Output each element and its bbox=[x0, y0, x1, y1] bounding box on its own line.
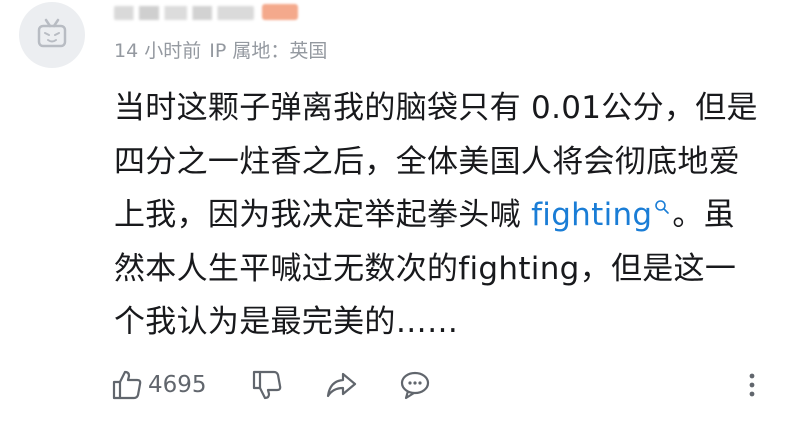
user-level-badge bbox=[262, 4, 298, 20]
comment-time: 14 小时前 bbox=[114, 40, 202, 62]
comment-actions: 4695 bbox=[110, 368, 770, 408]
default-avatar-tv-icon bbox=[37, 18, 67, 48]
search-link-text: fighting bbox=[531, 197, 653, 233]
search-link-fighting[interactable]: fighting bbox=[531, 197, 672, 233]
like-button[interactable]: 4695 bbox=[110, 368, 207, 402]
search-icon bbox=[655, 200, 670, 214]
user-avatar[interactable] bbox=[19, 2, 85, 68]
comment-meta: 14 小时前 IP 属地：英国 bbox=[114, 36, 335, 63]
thumbs-up-icon bbox=[112, 370, 142, 400]
dislike-button[interactable] bbox=[250, 368, 284, 402]
thumbs-down-icon bbox=[252, 370, 282, 400]
more-vertical-icon bbox=[749, 373, 755, 397]
comment-text: 当时这颗子弹离我的脑袋只有 0.01公分，但是四分之一炷香之后，全体美国人将会彻… bbox=[114, 82, 764, 350]
share-arrow-icon bbox=[326, 372, 357, 398]
reply-bubble-icon bbox=[400, 371, 430, 400]
like-count: 4695 bbox=[148, 372, 207, 398]
share-button[interactable] bbox=[324, 368, 358, 402]
reply-button[interactable] bbox=[398, 368, 432, 402]
more-options-button[interactable] bbox=[742, 368, 762, 402]
ip-location: IP 属地：英国 bbox=[209, 40, 328, 62]
username-blurred[interactable] bbox=[114, 6, 254, 20]
